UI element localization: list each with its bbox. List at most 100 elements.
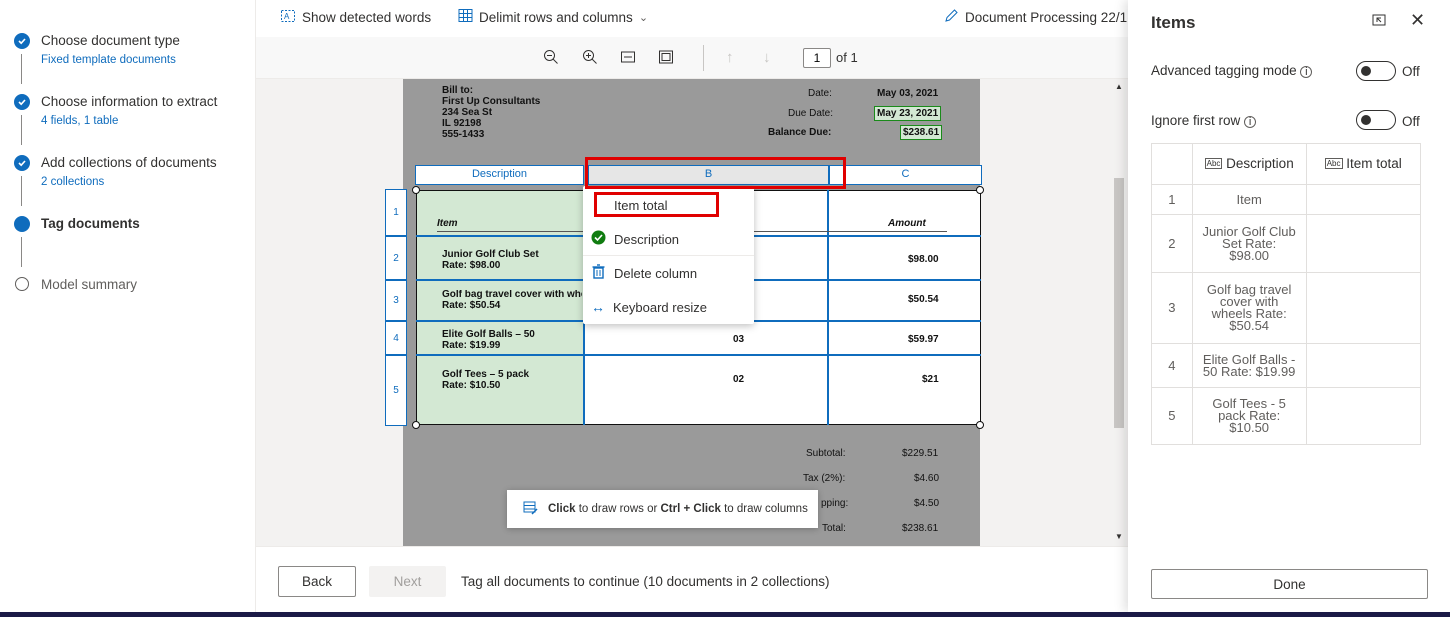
back-button[interactable]: Back: [278, 566, 356, 597]
table-header-row: Abc Description Abc Item total: [1151, 143, 1422, 185]
info-icon[interactable]: i: [1244, 116, 1257, 128]
column-separator[interactable]: [827, 190, 829, 425]
resize-handle[interactable]: [976, 421, 984, 429]
next-button[interactable]: Next: [369, 566, 446, 597]
ignore-first-row-toggle[interactable]: [1356, 110, 1396, 130]
scrollbar-thumb[interactable]: [1114, 178, 1124, 428]
due-date-value[interactable]: May 23, 2021: [874, 106, 942, 121]
show-detected-words-label: Show detected words: [302, 10, 432, 25]
shipping-value: $4.50: [914, 498, 940, 509]
item-total-cell[interactable]: [1305, 184, 1422, 215]
panel-title: Items: [1151, 13, 1196, 32]
table-row[interactable]: 5 Golf Tees - 5 pack Rate: $10.50: [1151, 387, 1422, 445]
balance-due-label: Balance Due:: [768, 127, 832, 138]
menu-item-label: Delete column: [614, 265, 698, 281]
column-header-description[interactable]: Abc Description: [1191, 143, 1307, 185]
table-header-amount: Amount: [888, 218, 926, 229]
bill-to-block: Bill to: First Up Consultants 234 Sea St…: [442, 85, 540, 140]
step-title: Tag documents: [41, 216, 140, 231]
menu-item-description[interactable]: Description: [583, 222, 754, 256]
info-icon[interactable]: i: [1300, 66, 1313, 78]
row-header[interactable]: 3: [385, 280, 407, 321]
step-subtitle: 4 fields, 1 table: [41, 115, 119, 127]
document-name-label: Document Processing 22/1(: [965, 9, 1128, 25]
menu-item-delete-column[interactable]: Delete column: [583, 256, 754, 290]
table-row[interactable]: 2 Junior Golf Club Set Rate: $98.00: [1151, 214, 1422, 273]
column-header-description[interactable]: Description: [415, 165, 584, 185]
row-header[interactable]: 4: [385, 321, 407, 355]
arrow-up-icon[interactable]: ↑: [726, 49, 734, 66]
show-detected-words-button[interactable]: A Show detected words: [280, 8, 431, 27]
highlight-box-item-total: [594, 192, 719, 217]
description-cell[interactable]: Item: [1191, 184, 1307, 215]
row-header[interactable]: 1: [385, 189, 407, 236]
description-cell[interactable]: Elite Golf Balls - 50 Rate: $19.99: [1191, 343, 1307, 388]
row-number: 3: [1151, 272, 1193, 344]
step-subtitle: Fixed template documents: [41, 54, 176, 66]
text-field-icon: Abc: [1324, 158, 1343, 169]
text-field-icon: Abc: [1204, 158, 1223, 169]
zoom-in-icon[interactable]: [582, 49, 598, 69]
close-icon[interactable]: ✕: [1410, 10, 1425, 31]
delimit-rows-columns-dropdown[interactable]: Delimit rows and columns ⌄: [458, 8, 648, 26]
row-header[interactable]: 5: [385, 355, 407, 426]
resize-arrows-icon: ↔: [591, 299, 605, 315]
subtotal-value: $229.51: [902, 448, 939, 459]
zoom-out-icon[interactable]: [543, 49, 559, 69]
scroll-down-icon[interactable]: ▼: [1115, 532, 1123, 541]
ignore-first-row-text: Ignore first row: [1151, 113, 1241, 128]
tip-ctrl-click: Ctrl + Click: [660, 503, 721, 515]
table-row[interactable]: 1 Item: [1151, 184, 1422, 215]
tip-part: to draw rows or: [575, 503, 661, 515]
page-number-input[interactable]: [803, 48, 831, 68]
resize-handle[interactable]: [412, 421, 420, 429]
bill-to-line: Bill to:: [442, 85, 474, 96]
pencil-icon[interactable]: [944, 8, 959, 26]
wizard-steps: Choose document type Fixed template docu…: [0, 0, 256, 617]
resize-handle[interactable]: [412, 186, 420, 194]
advanced-tagging-toggle[interactable]: [1356, 61, 1396, 81]
ignore-first-row-state: Off: [1402, 114, 1420, 129]
collapse-icon[interactable]: [1371, 12, 1387, 31]
resize-handle[interactable]: [976, 186, 984, 194]
item-total-cell[interactable]: [1305, 343, 1422, 388]
table-cell: Rate: $19.99: [442, 340, 501, 351]
column-header-item-total[interactable]: Abc Item total: [1305, 143, 1422, 185]
item-total-cell[interactable]: [1305, 214, 1422, 273]
fit-width-icon[interactable]: [620, 49, 636, 69]
fit-page-icon[interactable]: [658, 49, 674, 69]
item-total-cell[interactable]: [1305, 272, 1422, 344]
menu-item-label: Keyboard resize: [613, 299, 707, 315]
footer-status: Tag all documents to continue (10 docume…: [461, 574, 830, 589]
table-header-item: Item: [437, 218, 458, 229]
step-connector: [21, 176, 22, 206]
empty-step-icon: [15, 277, 29, 291]
tip-part: to draw columns: [720, 503, 808, 515]
scroll-up-icon[interactable]: ▲: [1115, 82, 1123, 91]
tip-click: Click: [548, 503, 576, 515]
checkmark-circle-icon: [591, 230, 606, 248]
description-cell[interactable]: Golf bag travel cover with wheels Rate: …: [1191, 272, 1307, 344]
done-button[interactable]: Done: [1151, 569, 1428, 599]
menu-item-keyboard-resize[interactable]: ↔ Keyboard resize: [583, 290, 754, 324]
step-connector: [21, 237, 22, 267]
row-number: 2: [1151, 214, 1193, 273]
table-icon: [458, 8, 473, 26]
balance-due-value[interactable]: $238.61: [900, 125, 943, 140]
table-cell: Junior Golf Club Set: [442, 249, 539, 260]
step-title: Choose document type: [41, 33, 180, 48]
footer-bar: Back Next Tag all documents to continue …: [256, 546, 1128, 612]
description-cell[interactable]: Golf Tees - 5 pack Rate: $10.50: [1191, 387, 1307, 445]
table-cell: Elite Golf Balls – 50: [442, 329, 535, 340]
row-separator[interactable]: [416, 354, 981, 356]
row-header[interactable]: 2: [385, 236, 407, 280]
description-cell[interactable]: Junior Golf Club Set Rate: $98.00: [1191, 214, 1307, 273]
table-row[interactable]: 4 Elite Golf Balls - 50 Rate: $19.99: [1151, 343, 1422, 388]
column-header-c[interactable]: C: [829, 165, 982, 185]
table-row[interactable]: 3 Golf bag travel cover with wheels Rate:…: [1151, 272, 1422, 344]
item-total-cell[interactable]: [1305, 387, 1422, 445]
row-number: 4: [1151, 343, 1193, 388]
document-name: Document Processing 22/1(: [944, 8, 1128, 26]
trash-icon: [591, 264, 606, 282]
arrow-down-icon[interactable]: ↓: [763, 49, 771, 66]
